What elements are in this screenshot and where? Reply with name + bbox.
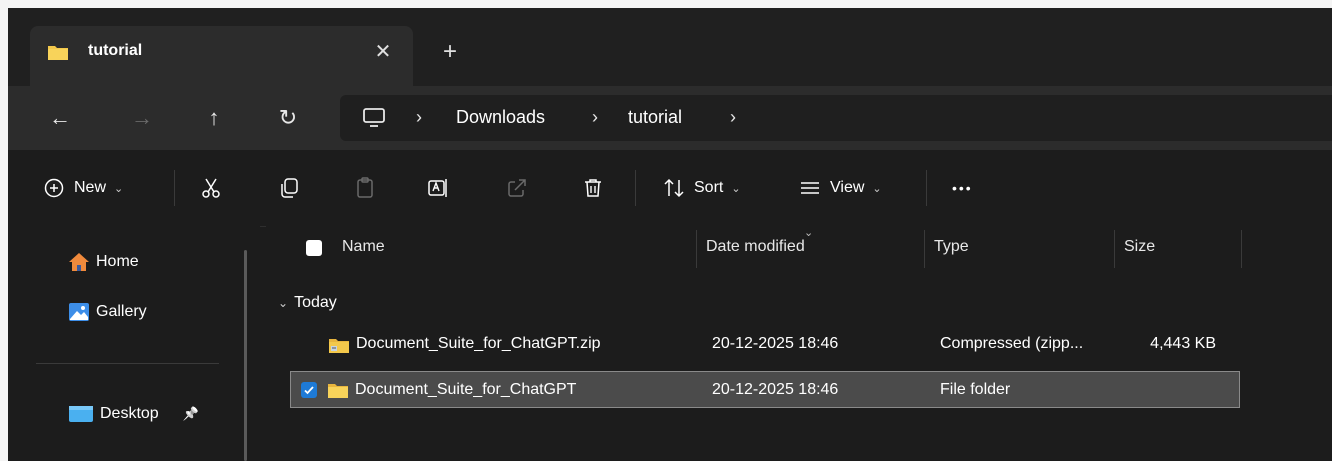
delete-icon[interactable] — [581, 176, 605, 200]
column-divider[interactable] — [1241, 230, 1242, 268]
sidebar-item-gallery[interactable]: Gallery — [68, 302, 147, 322]
file-name: Document_Suite_for_ChatGPT — [355, 381, 577, 398]
cut-icon[interactable] — [199, 176, 223, 200]
file-date: 20-12-2025 18:46 — [712, 335, 839, 352]
separator — [926, 170, 927, 206]
breadcrumb-tutorial[interactable]: tutorial — [628, 107, 682, 128]
sidebar-item-home[interactable]: Home — [68, 252, 139, 272]
up-button[interactable]: ↑ — [198, 102, 230, 134]
chevron-down-icon: ⌄ — [872, 182, 882, 195]
chevron-down-icon: ⌄ — [114, 182, 124, 195]
file-list: Name ⌄ Date modified Type Size ⌄ Today D… — [266, 226, 1332, 461]
more-icon: ••• — [952, 180, 973, 196]
row-checkbox[interactable] — [301, 382, 317, 398]
separator — [174, 170, 175, 206]
separator — [635, 170, 636, 206]
sort-label: Sort — [694, 179, 724, 196]
sidebar-item-label: Home — [96, 253, 139, 270]
sidebar-divider — [36, 363, 219, 364]
share-icon[interactable] — [505, 176, 529, 200]
breadcrumb-separator-icon[interactable]: › — [730, 107, 736, 128]
tab-strip: tutorial ✕ + — [8, 8, 1332, 86]
view-list-icon — [801, 182, 819, 194]
view-label: View — [830, 179, 865, 196]
new-button[interactable]: New ⌄ — [42, 172, 123, 204]
address-bar[interactable]: › Downloads › tutorial › — [340, 95, 1332, 141]
column-divider[interactable] — [1114, 230, 1115, 268]
checkmark-icon — [304, 386, 314, 395]
file-type: File folder — [940, 381, 1011, 398]
file-date: 20-12-2025 18:46 — [712, 381, 839, 398]
rename-icon[interactable] — [426, 176, 450, 200]
chevron-down-icon: ⌄ — [731, 182, 741, 195]
table-row[interactable]: Document_Suite_for_ChatGPT.zip 20-12-202… — [290, 326, 1240, 363]
sort-button[interactable]: Sort ⌄ — [662, 172, 741, 204]
new-tab-button[interactable]: + — [436, 38, 464, 66]
column-header-date-modified[interactable]: Date modified — [706, 238, 805, 256]
column-divider[interactable] — [924, 230, 925, 268]
tab-title: tutorial — [88, 42, 143, 59]
column-header-size[interactable]: Size — [1124, 238, 1155, 256]
command-bar: New ⌄ Sort ⌄ View ⌄ ••• — [8, 150, 1332, 227]
copy-icon[interactable] — [277, 176, 301, 200]
select-all-checkbox[interactable] — [306, 240, 322, 256]
table-row[interactable]: Document_Suite_for_ChatGPT 20-12-2025 18… — [290, 371, 1240, 408]
group-header-today[interactable]: ⌄ Today — [278, 294, 337, 312]
sidebar-item-label: Desktop — [100, 405, 159, 422]
column-header-type[interactable]: Type — [934, 238, 969, 256]
back-button[interactable]: ← — [44, 102, 76, 134]
file-size: 4,443 KB — [1150, 335, 1216, 352]
column-divider[interactable] — [696, 230, 697, 268]
plus-circle-icon — [44, 178, 64, 198]
breadcrumb-separator-icon[interactable]: › — [416, 107, 422, 128]
sort-icon — [664, 178, 684, 198]
paste-icon[interactable] — [353, 176, 377, 200]
tab-tutorial[interactable]: tutorial ✕ — [30, 26, 413, 86]
breadcrumb-separator-icon[interactable]: › — [592, 107, 598, 128]
folder-icon — [328, 384, 348, 398]
forward-button[interactable]: → — [126, 102, 158, 134]
sidebar-scrollbar[interactable] — [244, 250, 247, 461]
gallery-icon — [69, 303, 89, 321]
breadcrumb-downloads[interactable]: Downloads — [456, 107, 545, 128]
pin-icon[interactable]: 📌 — [183, 406, 199, 422]
group-label: Today — [294, 294, 337, 311]
file-name: Document_Suite_for_ChatGPT.zip — [356, 335, 601, 352]
close-tab-icon[interactable]: ✕ — [369, 38, 397, 66]
view-button[interactable]: View ⌄ — [798, 172, 882, 204]
column-header-name[interactable]: Name — [342, 238, 385, 256]
folder-icon — [48, 46, 68, 60]
file-type: Compressed (zipp... — [940, 335, 1084, 352]
sort-indicator-icon: ⌄ — [804, 227, 814, 239]
more-options-button[interactable]: ••• — [952, 172, 973, 204]
sidebar-item-desktop[interactable]: Desktop 📌 — [68, 404, 199, 424]
chevron-down-icon: ⌄ — [278, 296, 289, 310]
this-pc-icon[interactable] — [362, 108, 386, 128]
refresh-button[interactable]: ↻ — [272, 102, 304, 134]
zip-folder-icon — [329, 339, 349, 353]
navigation-bar: ← → ↑ ↻ › Downloads › tutorial › — [8, 86, 1332, 150]
sidebar-item-label: Gallery — [96, 303, 147, 320]
desktop-folder-icon — [69, 406, 93, 422]
navigation-pane: Home Gallery Desktop 📌 — [8, 226, 260, 461]
file-explorer-window: tutorial ✕ + ← → ↑ ↻ › Downloads › tutor… — [8, 8, 1332, 461]
home-icon — [69, 253, 89, 271]
new-button-label: New — [74, 179, 107, 196]
